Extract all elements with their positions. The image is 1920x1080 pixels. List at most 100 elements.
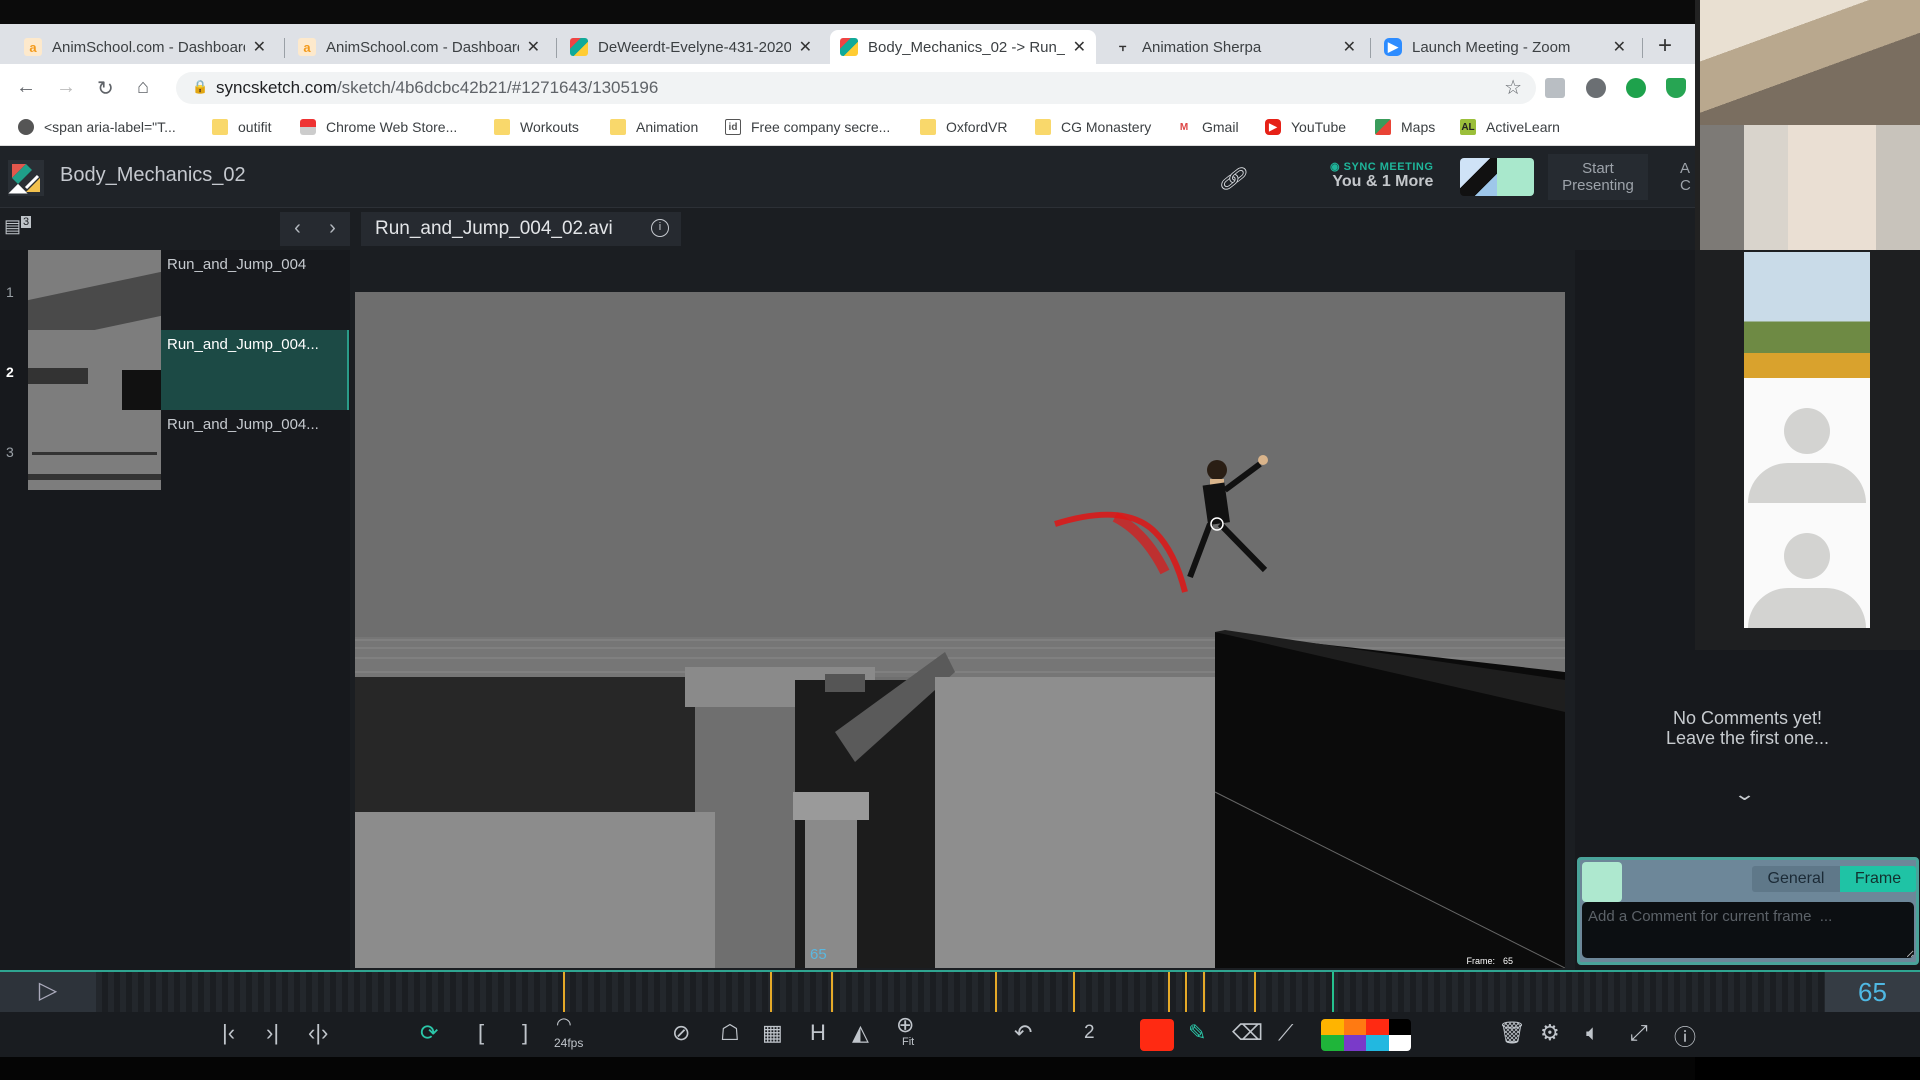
close-tab-icon[interactable]: ✕ [1343,37,1356,57]
bookmark-item[interactable]: CG Monastery [1035,119,1151,135]
undo-icon[interactable]: ↶ [1014,1020,1032,1046]
close-tab-icon[interactable]: ✕ [527,37,540,57]
play-button[interactable]: ▷ [0,972,96,1012]
zoom-fit-icon[interactable]: ⊕ [896,1012,914,1038]
split-compare-icon[interactable]: ‹|› [308,1020,328,1046]
palette-swatch[interactable] [1343,1035,1366,1051]
keyframe-marker[interactable] [1202,972,1205,1012]
previous-item-button[interactable]: ‹ [280,212,315,246]
tab-general[interactable]: General [1752,866,1840,892]
settings-gear-icon[interactable]: ⚙ [1540,1020,1560,1046]
tab-animschool-2[interactable]: a AnimSchool.com - Dashboard ✕ [288,30,550,64]
tab-zoom[interactable]: ▶ Launch Meeting - Zoom ✕ [1374,30,1636,64]
review-item[interactable]: 1 Run_and_Jump_004 [0,250,350,330]
project-title[interactable]: Body_Mechanics_02 [60,164,246,187]
keyframe-marker[interactable] [830,972,833,1012]
close-tab-icon[interactable]: ✕ [799,37,812,57]
syncsketch-logo[interactable] [8,160,44,196]
bookmark-item[interactable]: AL ActiveLearn [1460,119,1560,135]
palette-swatch[interactable] [1321,1035,1344,1051]
current-frame-display[interactable]: 65 [1825,972,1920,1012]
palette-swatch[interactable] [1388,1035,1411,1051]
step-forward-icon[interactable]: ›| [266,1020,279,1046]
fps-label[interactable]: 24fps [554,1036,583,1050]
back-icon[interactable]: ← [16,76,36,99]
close-tab-icon[interactable]: ✕ [1613,37,1626,57]
hide-annotations-icon[interactable]: ⊘ [672,1020,690,1046]
chevron-down-icon[interactable]: ⌄ [1733,784,1756,805]
info-icon[interactable]: i [651,219,669,237]
bookmark-item[interactable]: Workouts [494,119,579,135]
comment-input[interactable] [1582,902,1914,958]
keyframe-marker[interactable] [562,972,565,1012]
shield-check-icon[interactable] [1666,78,1686,98]
avatar-placeholder-tile[interactable] [1744,503,1870,628]
next-item-button[interactable]: › [315,212,350,246]
eraser-icon[interactable]: ⌫ [1232,1020,1263,1046]
eyedropper-icon[interactable]: ⟋ [1278,1020,1293,1046]
more-button[interactable]: A C [1680,160,1695,194]
out-point-icon[interactable]: ] [522,1020,528,1046]
palette-swatch[interactable] [1321,1019,1344,1035]
bookmark-item[interactable]: Animation [610,119,698,135]
forward-icon[interactable]: → [56,76,76,99]
mirror-icon[interactable]: ◭ [852,1020,869,1046]
palette-swatch[interactable] [1366,1019,1389,1035]
tab-animation-sherpa[interactable]: ⫟ Animation Sherpa ✕ [1104,30,1366,64]
video-feed-participant-2[interactable] [1700,125,1920,250]
link-icon[interactable]: 🔗︎ [1218,166,1246,192]
ghost-icon[interactable]: ☖ [720,1020,740,1046]
bookmark-item[interactable]: Maps [1375,119,1435,135]
reload-icon[interactable]: ↻ [97,76,114,101]
dropbox-icon[interactable] [1545,78,1565,98]
hold-frame-icon[interactable]: H [810,1020,826,1046]
tab-body-mechanics[interactable]: Body_Mechanics_02 -> Run_ ✕ [830,30,1096,64]
tab-animschool-1[interactable]: a AnimSchool.com - Dashboard ✕ [14,30,276,64]
close-tab-icon[interactable]: ✕ [253,37,266,57]
review-list-toggle[interactable]: ▤ 3 [4,216,38,242]
keyframe-marker[interactable] [1167,972,1170,1012]
bookmark-item[interactable]: id Free company secre... [725,119,890,135]
bookmark-item[interactable]: OxfordVR [920,119,1007,135]
current-color-swatch[interactable] [1140,1019,1174,1051]
review-item-selected[interactable]: 2 Run_and_Jump_004... [0,330,350,410]
trash-icon[interactable]: 🗑︎ [1498,1020,1526,1046]
keyframe-marker[interactable] [1185,972,1188,1012]
in-point-icon[interactable]: [ [478,1020,484,1046]
brush-size[interactable]: 2 [1084,1022,1095,1044]
home-icon[interactable]: ⌂ [137,76,149,99]
video-canvas[interactable]: 65 Frame: 65 [355,292,1565,968]
video-feed-participant-1[interactable] [1700,0,1920,125]
avatar-placeholder-tile[interactable] [1744,378,1870,503]
step-back-icon[interactable]: |‹ [222,1020,235,1046]
palette-swatch[interactable] [1343,1019,1366,1035]
palette-swatch[interactable] [1388,1019,1411,1035]
fullscreen-icon[interactable]: ⤢ [1630,1020,1648,1046]
close-tab-icon[interactable]: ✕ [1073,37,1086,57]
loop-icon[interactable]: ⟳ [420,1020,438,1046]
bookmark-item[interactable]: M Gmail [1176,119,1239,135]
bookmark-item[interactable]: Chrome Web Store... [300,119,457,135]
tab-deweerdt[interactable]: DeWeerdt-Evelyne-431-2020 ✕ [560,30,822,64]
bookmark-item[interactable]: ▶ YouTube [1265,119,1346,135]
grid-overlay-icon[interactable]: ▦ [762,1020,783,1046]
evernote-icon[interactable] [1626,78,1646,98]
sync-meeting-status[interactable]: ◉ SYNC MEETING You & 1 More [1330,160,1433,191]
tab-frame[interactable]: Frame [1840,866,1916,892]
participant-avatars[interactable] [1460,158,1534,196]
url-field[interactable]: 🔒 syncsketch.com/sketch/4b6dcbc42b21/#12… [176,72,1536,104]
bookmark-item[interactable]: <span aria-label="T... [18,119,176,135]
keyframe-marker[interactable] [995,972,998,1012]
pencil-icon[interactable]: ✎ [1188,1020,1206,1046]
start-presenting-button[interactable]: Start Presenting [1548,154,1648,200]
bookmark-item[interactable]: outifit [212,119,271,135]
new-tab-button[interactable]: + [1658,32,1672,60]
keyframe-marker[interactable] [1072,972,1075,1012]
keyframe-marker[interactable] [1254,972,1257,1012]
review-item[interactable]: 3 Run_and_Jump_004... [0,410,350,490]
palette-swatch[interactable] [1366,1035,1389,1051]
bookmark-star-icon[interactable]: ☆ [1504,75,1522,100]
speed-gauge-icon[interactable]: ◠ [556,1014,572,1035]
playhead[interactable] [1332,972,1335,1012]
fit-label[interactable]: Fit [902,1036,914,1048]
